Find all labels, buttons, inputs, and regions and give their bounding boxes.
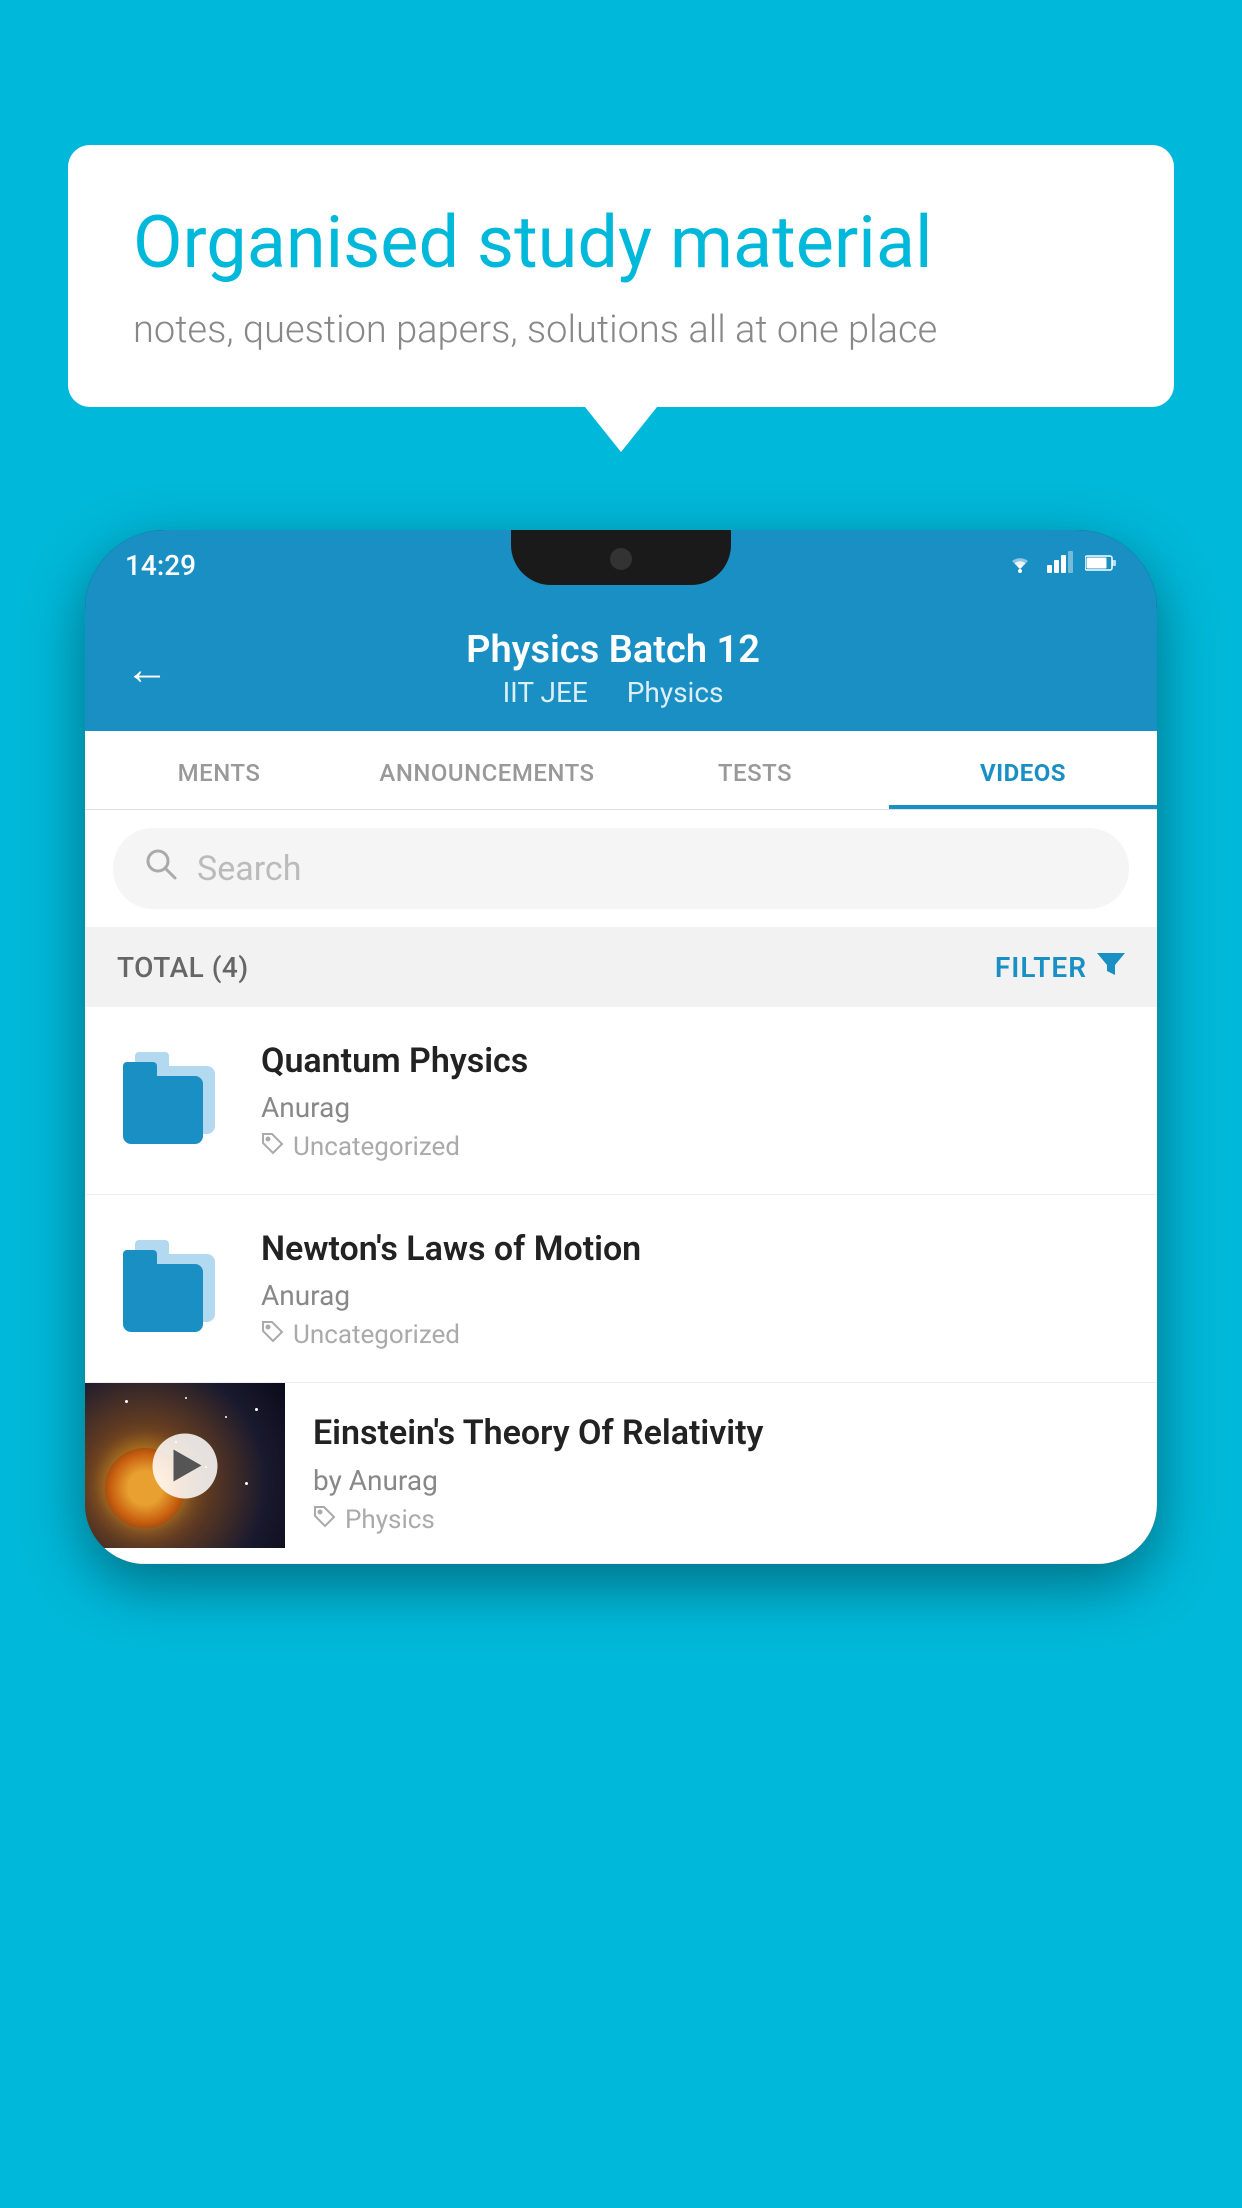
speech-bubble-container: Organised study material notes, question… (68, 145, 1174, 407)
video-title-2: Newton's Laws of Motion (261, 1227, 1129, 1271)
list-item[interactable]: Newton's Laws of Motion Anurag Uncategor… (85, 1195, 1157, 1383)
header-subtitle: IIT JEE Physics (199, 676, 1027, 709)
video-tag-1: Uncategorized (261, 1132, 1129, 1162)
tag-icon-3 (313, 1505, 337, 1535)
tag-icon-1 (261, 1132, 285, 1162)
video-list: Quantum Physics Anurag Uncategorized (85, 1007, 1157, 1564)
video-author-3: by Anurag (313, 1464, 1129, 1497)
video-tag-3: Physics (313, 1505, 1129, 1535)
filter-row: TOTAL (4) FILTER (85, 927, 1157, 1007)
video-info-3: Einstein's Theory Of Relativity by Anura… (285, 1383, 1129, 1562)
filter-button[interactable]: FILTER (995, 949, 1125, 985)
signal-icon (1047, 551, 1073, 579)
status-bar: 14:29 (85, 530, 1157, 600)
tab-tests[interactable]: TESTS (621, 731, 889, 809)
search-placeholder: Search (197, 849, 301, 889)
video-author-1: Anurag (261, 1091, 1129, 1124)
phone-frame: 14:29 (85, 530, 1157, 1564)
video-tag-2: Uncategorized (261, 1320, 1129, 1350)
total-count: TOTAL (4) (117, 951, 249, 984)
play-button[interactable] (153, 1433, 218, 1498)
search-bar[interactable]: Search (113, 828, 1129, 909)
back-button[interactable]: ← (125, 647, 169, 691)
camera-dot (610, 548, 632, 570)
subtitle-part1: IIT JEE (503, 676, 588, 709)
einstein-thumbnail (85, 1383, 285, 1548)
wifi-icon (1005, 551, 1035, 579)
folder-icon-2 (123, 1242, 223, 1332)
status-icons (1005, 551, 1117, 579)
folder-front-2 (123, 1264, 203, 1332)
tag-label-2: Uncategorized (293, 1320, 460, 1350)
status-time: 14:29 (125, 549, 196, 582)
play-triangle (174, 1450, 202, 1482)
list-item[interactable]: Einstein's Theory Of Relativity by Anura… (85, 1383, 1157, 1563)
filter-icon (1097, 949, 1125, 985)
tab-ments[interactable]: MENTS (85, 731, 353, 809)
subtitle-part2: Physics (627, 676, 724, 709)
list-item[interactable]: Quantum Physics Anurag Uncategorized (85, 1007, 1157, 1195)
tag-label-1: Uncategorized (293, 1132, 460, 1162)
folder-icon-1 (123, 1054, 223, 1144)
tab-announcements[interactable]: ANNOUNCEMENTS (353, 731, 621, 809)
video-title-3: Einstein's Theory Of Relativity (313, 1411, 1129, 1455)
search-icon (143, 846, 179, 891)
tab-videos[interactable]: VIDEOS (889, 731, 1157, 809)
header-title: Physics Batch 12 (199, 628, 1027, 672)
search-container: Search (85, 810, 1157, 927)
tag-label-3: Physics (345, 1505, 435, 1535)
header-title-group: Physics Batch 12 IIT JEE Physics (199, 628, 1027, 709)
folder-thumb-2 (113, 1227, 233, 1347)
phone-container: 14:29 (85, 530, 1157, 2208)
speech-bubble-subtext: notes, question papers, solutions all at… (133, 308, 1109, 352)
app-header: ← Physics Batch 12 IIT JEE Physics (85, 600, 1157, 731)
video-info-1: Quantum Physics Anurag Uncategorized (261, 1039, 1129, 1162)
speech-bubble-headline: Organised study material (133, 200, 1109, 286)
tag-icon-2 (261, 1320, 285, 1350)
video-title-1: Quantum Physics (261, 1039, 1129, 1083)
folder-thumb-1 (113, 1039, 233, 1159)
folder-front-1 (123, 1076, 203, 1144)
battery-icon (1085, 553, 1117, 578)
speech-bubble: Organised study material notes, question… (68, 145, 1174, 407)
tabs-bar: MENTS ANNOUNCEMENTS TESTS VIDEOS (85, 731, 1157, 810)
filter-label: FILTER (995, 951, 1087, 984)
video-author-2: Anurag (261, 1279, 1129, 1312)
video-info-2: Newton's Laws of Motion Anurag Uncategor… (261, 1227, 1129, 1350)
